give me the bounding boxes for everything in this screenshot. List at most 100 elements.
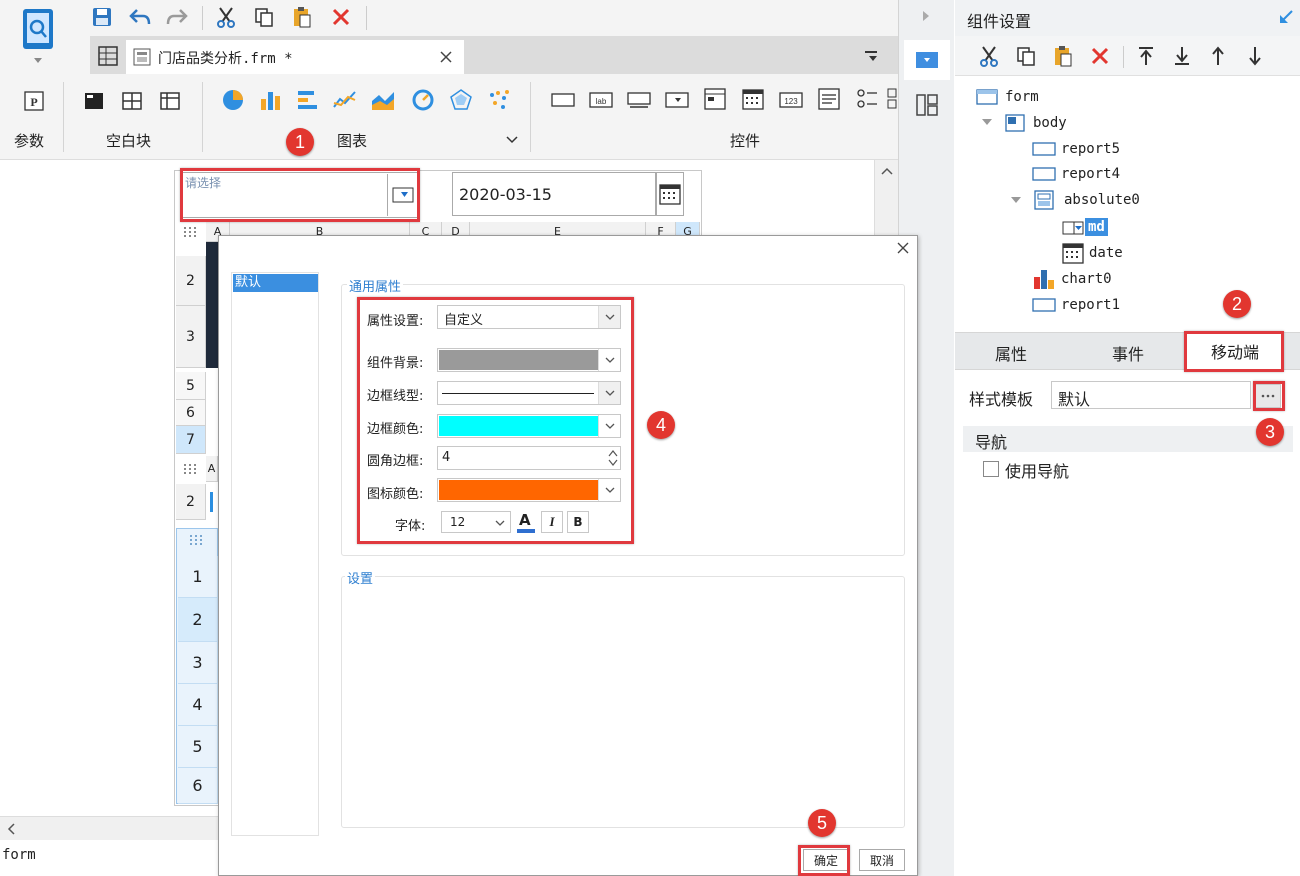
combobox-widget-icon[interactable] [664,88,690,112]
date-widget-icon[interactable] [740,86,766,112]
tree-node-label: report1 [1061,297,1121,313]
move-top-icon[interactable] [1134,44,1158,68]
row-header[interactable]: 2 [178,598,218,642]
svg-text:lab: lab [596,97,607,106]
paste-icon[interactable] [290,5,314,29]
style-template-input[interactable]: 默认 [1051,381,1251,409]
row-header[interactable]: 6 [176,400,206,426]
tree-expand-icon[interactable] [981,116,993,128]
column-header[interactable]: A [206,456,218,482]
panel-delete-icon[interactable] [1088,44,1112,68]
gauge-chart-icon[interactable] [410,87,436,113]
tree-node-selected[interactable]: md [1061,216,1161,240]
blank-block-split-icon[interactable] [120,89,144,113]
tree-expand-icon[interactable] [1010,194,1022,206]
radio-group-widget-icon[interactable] [854,86,880,112]
use-nav-checkbox[interactable] [983,461,999,477]
scatter-chart-icon[interactable] [486,87,512,113]
app-logo-icon[interactable] [18,6,58,54]
row-header[interactable]: 2 [176,256,206,306]
panel-paste-icon[interactable] [1051,44,1075,68]
row-header[interactable]: 3 [176,306,206,368]
settings-panel: 组件设置 form body report5 report4 absolute0… [955,0,1300,876]
bar-chart-icon[interactable] [257,87,283,113]
svg-text:123: 123 [784,97,798,106]
radar-chart-icon[interactable] [448,87,474,113]
number-widget-icon[interactable]: 123 [778,88,804,112]
param-icon[interactable]: P [22,89,46,113]
style-list-item[interactable]: 默认 [233,274,318,292]
pie-chart-icon[interactable] [220,87,246,113]
report-corner-icon [176,530,218,550]
row-header[interactable]: 3 [178,642,218,684]
highlight-box-4 [357,297,634,544]
tree-node[interactable]: report4 [1031,163,1171,185]
step-badge-3: 3 [1256,418,1284,446]
absolute-layout-node-icon [1033,190,1055,210]
close-tab-icon[interactable] [438,49,454,65]
report-node-icon [1031,166,1057,182]
file-tab-title: 门店品类分析.frm * [158,51,293,67]
row-header[interactable]: 2 [176,484,206,520]
tree-node[interactable]: form [975,86,1095,108]
report-corner-icon [176,222,206,242]
move-bottom-icon[interactable] [1170,44,1194,68]
tree-node[interactable]: report5 [1031,138,1171,160]
calendar-button[interactable] [656,172,684,216]
file-tab[interactable]: 门店品类分析.frm * [126,40,464,74]
cancel-button[interactable]: 取消 [859,849,905,871]
layout-panel-icon[interactable] [914,92,940,118]
textfield-widget-icon[interactable] [626,88,652,112]
blank-block-dark-icon[interactable] [82,89,106,113]
form-widget-icon[interactable] [702,86,728,112]
line-chart-icon[interactable] [332,87,358,113]
scroll-left-icon[interactable] [6,823,16,835]
move-up-icon[interactable] [1206,44,1230,68]
highlight-box-2 [1184,331,1284,372]
row-header[interactable]: 4 [178,684,218,726]
row-header[interactable]: 7 [176,426,206,454]
tree-node[interactable]: date [1061,242,1161,264]
horizontal-bar-chart-icon[interactable] [294,87,320,113]
tab-events[interactable]: 事件 [1112,341,1144,365]
save-icon[interactable] [90,5,114,29]
label-widget-icon[interactable]: lab [588,88,614,112]
selected-cell[interactable] [210,492,213,512]
section-param-label: 参数 [14,132,45,150]
highlight-box-3 [1253,381,1285,411]
blank-block-grid-icon[interactable] [158,89,182,113]
tree-node[interactable]: absolute0 [1031,189,1191,211]
move-down-icon[interactable] [1243,44,1267,68]
copy-icon[interactable] [252,5,276,29]
dialog-close-icon[interactable] [895,240,911,256]
undo-icon[interactable] [128,5,152,29]
tree-node[interactable]: chart0 [1031,268,1171,290]
pin-arrow-icon[interactable] [1277,8,1295,26]
tree-node[interactable]: body [1003,112,1123,134]
form-grid-icon[interactable] [96,44,120,68]
row-header[interactable]: 5 [178,726,218,768]
general-group-title: 通用属性 [347,276,404,295]
tab-menu-icon[interactable] [862,46,882,66]
tab-properties[interactable]: 属性 [995,341,1027,365]
calendar-icon [658,182,682,206]
redo-icon[interactable] [165,5,189,29]
row-header[interactable]: 6 [178,768,218,804]
panel-cut-icon[interactable] [977,44,1001,68]
scroll-up-icon[interactable] [881,166,893,176]
app-menu-chevron-icon[interactable] [32,56,44,64]
panel-copy-icon[interactable] [1014,44,1038,68]
button-widget-icon[interactable] [550,88,576,112]
more-widget-icon[interactable] [886,86,898,112]
tree-node[interactable]: report1 [1031,294,1171,316]
row-header[interactable]: 5 [176,372,206,400]
cut-icon[interactable] [214,5,238,29]
date-widget[interactable]: 2020-03-15 [452,172,656,216]
chart-expand-chevron-icon[interactable] [505,133,519,147]
textarea-widget-icon[interactable] [816,86,842,112]
row-header[interactable]: 1 [178,556,218,598]
area-chart-icon[interactable] [370,87,396,113]
widget-settings-tab[interactable] [904,40,950,80]
collapse-arrow-icon[interactable] [918,8,934,24]
delete-icon[interactable] [329,5,353,29]
